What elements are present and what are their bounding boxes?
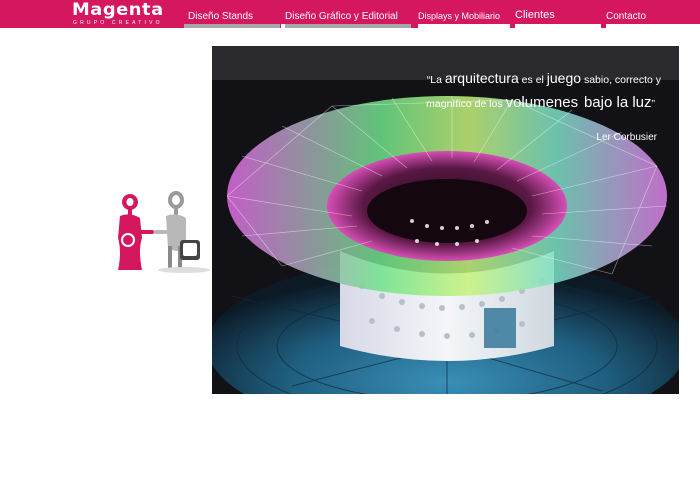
hero-photo-illuminated-structure: [212, 46, 679, 394]
nav-label: Displays y Mobiliario: [418, 11, 501, 21]
nav-underline: [414, 24, 510, 28]
nav-contacto[interactable]: Contacto: [602, 0, 700, 28]
nav-notch: [602, 24, 606, 28]
mascot-graphic: [118, 191, 210, 273]
top-navigation-bar: Magenta GRUPO CREATIVO Diseño Stands Dis…: [0, 0, 700, 28]
nav-diseno-stands[interactable]: Diseño Stands: [184, 0, 280, 28]
nav-underline: [281, 24, 411, 28]
nav-diseno-grafico[interactable]: Diseño Gráfico y Editorial: [281, 0, 411, 28]
handshake-mascot-illustration: [108, 190, 212, 276]
nav-label: Diseño Gráfico y Editorial: [285, 11, 398, 22]
magenta-logo[interactable]: Magenta GRUPO CREATIVO: [72, 0, 172, 26]
nav-displays-mobiliario[interactable]: Displays y Mobiliario: [414, 0, 510, 28]
nav-underline: [511, 24, 601, 28]
nav-notch: [414, 24, 418, 28]
light-sculpture-graphic: [212, 46, 679, 394]
nav-notch: [511, 24, 515, 28]
nav-notch: [281, 24, 285, 28]
nav-underline: [602, 24, 700, 28]
logo-wordmark: Magenta: [72, 0, 164, 20]
nav-clientes[interactable]: Clientes: [511, 0, 601, 28]
nav-label: Clientes: [515, 9, 555, 21]
nav-label: Contacto: [606, 11, 647, 22]
nav-label: Diseño Stands: [188, 11, 254, 22]
logo-tagline: GRUPO CREATIVO: [73, 20, 163, 26]
nav-underline: [184, 24, 280, 28]
